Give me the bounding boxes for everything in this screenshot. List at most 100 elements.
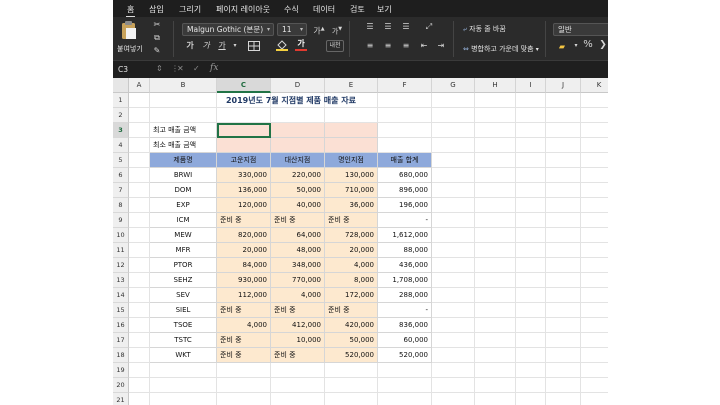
underline-button[interactable]: 가 bbox=[217, 41, 227, 51]
format-painter-icon[interactable]: ✎ bbox=[152, 46, 162, 56]
table-cell[interactable]: 680,000 bbox=[378, 168, 432, 183]
table-cell[interactable]: 710,000 bbox=[325, 183, 378, 198]
tab-review[interactable]: 검토 bbox=[350, 4, 365, 15]
column-header-e[interactable]: E bbox=[325, 78, 378, 93]
align-middle-icon[interactable]: ☰ bbox=[382, 22, 394, 32]
align-center-icon[interactable]: ≡ bbox=[382, 41, 394, 51]
row-header-11[interactable]: 11 bbox=[113, 243, 129, 258]
tab-data[interactable]: 데이터 bbox=[313, 4, 335, 15]
table-header-cell[interactable]: 대산지점 bbox=[271, 153, 325, 168]
row-header-14[interactable]: 14 bbox=[113, 288, 129, 303]
column-header-d[interactable]: D bbox=[271, 78, 325, 93]
table-cell[interactable]: 1,708,000 bbox=[378, 273, 432, 288]
table-cell[interactable]: 64,000 bbox=[271, 228, 325, 243]
table-cell[interactable]: 10,000 bbox=[271, 333, 325, 348]
orientation-icon[interactable]: ⤢ bbox=[422, 22, 436, 32]
product-name-cell[interactable]: MFR bbox=[150, 243, 217, 258]
table-cell[interactable]: 896,000 bbox=[378, 183, 432, 198]
column-header-i[interactable]: I bbox=[516, 78, 546, 93]
tab-formulas[interactable]: 수식 bbox=[284, 4, 299, 15]
table-cell[interactable]: 60,000 bbox=[378, 333, 432, 348]
chevron-down-icon[interactable]: ▾ bbox=[573, 41, 579, 51]
row-header-12[interactable]: 12 bbox=[113, 258, 129, 273]
merge-center-button[interactable]: ⇔ 병합하고 가운데 맞춤 ▾ bbox=[463, 44, 539, 54]
table-cell[interactable]: 412,000 bbox=[271, 318, 325, 333]
table-header-cell[interactable]: 매출 합계 bbox=[378, 153, 432, 168]
row-header-18[interactable]: 18 bbox=[113, 348, 129, 363]
row-header-1[interactable]: 1 bbox=[113, 93, 129, 108]
align-left-icon[interactable]: ≡ bbox=[364, 41, 376, 51]
product-name-cell[interactable]: PTOR bbox=[150, 258, 217, 273]
table-cell[interactable]: 8,000 bbox=[325, 273, 378, 288]
name-box[interactable]: C3 bbox=[116, 63, 156, 76]
product-name-cell[interactable]: WKT bbox=[150, 348, 217, 363]
chevron-updown-icon[interactable]: ⇕ bbox=[156, 64, 163, 73]
tab-home[interactable]: 홈 bbox=[125, 4, 136, 18]
table-cell[interactable]: 820,000 bbox=[217, 228, 271, 243]
decrease-indent-icon[interactable]: ⇤ bbox=[418, 41, 430, 51]
table-cell[interactable]: 1,612,000 bbox=[378, 228, 432, 243]
row-header-6[interactable]: 6 bbox=[113, 168, 129, 183]
row-header-20[interactable]: 20 bbox=[113, 378, 129, 393]
table-cell[interactable]: 88,000 bbox=[378, 243, 432, 258]
row-header-15[interactable]: 15 bbox=[113, 303, 129, 318]
table-cell[interactable]: 520,000 bbox=[378, 348, 432, 363]
row-header-19[interactable]: 19 bbox=[113, 363, 129, 378]
chevron-down-icon[interactable]: ▾ bbox=[231, 41, 239, 51]
table-cell[interactable]: 520,000 bbox=[325, 348, 378, 363]
bold-button[interactable]: 가 bbox=[185, 41, 195, 51]
table-cell[interactable]: 50,000 bbox=[325, 333, 378, 348]
borders-button[interactable] bbox=[247, 41, 261, 54]
summary-value-cell[interactable] bbox=[325, 123, 378, 138]
table-cell[interactable]: 112,000 bbox=[217, 288, 271, 303]
table-cell[interactable]: 준비 중 bbox=[325, 213, 378, 228]
row-header-7[interactable]: 7 bbox=[113, 183, 129, 198]
column-header-k[interactable]: K bbox=[581, 78, 608, 93]
row-header-10[interactable]: 10 bbox=[113, 228, 129, 243]
table-cell[interactable]: - bbox=[378, 303, 432, 318]
table-header-cell[interactable]: 명인지점 bbox=[325, 153, 378, 168]
summary-label[interactable]: 최고 매출 금액 bbox=[150, 123, 217, 138]
table-cell[interactable]: 준비 중 bbox=[271, 303, 325, 318]
tab-insert[interactable]: 삽입 bbox=[149, 4, 164, 15]
align-top-icon[interactable]: ☰ bbox=[364, 22, 376, 32]
summary-value-cell[interactable] bbox=[217, 123, 271, 138]
table-cell[interactable]: 준비 중 bbox=[271, 348, 325, 363]
summary-label[interactable]: 최소 매출 금액 bbox=[150, 138, 217, 153]
row-header-9[interactable]: 9 bbox=[113, 213, 129, 228]
product-name-cell[interactable]: SIEL bbox=[150, 303, 217, 318]
product-name-cell[interactable]: EXP bbox=[150, 198, 217, 213]
column-header-b[interactable]: B bbox=[150, 78, 217, 93]
phonetic-button[interactable]: 내천 bbox=[326, 40, 344, 52]
font-name-select[interactable]: Malgun Gothic (본문) ▾ bbox=[182, 23, 274, 36]
table-cell[interactable]: 436,000 bbox=[378, 258, 432, 273]
column-header-c[interactable]: C bbox=[217, 78, 271, 93]
align-bottom-icon[interactable]: ☰ bbox=[400, 22, 412, 32]
table-cell[interactable]: 준비 중 bbox=[325, 303, 378, 318]
font-color-button[interactable]: 가 bbox=[295, 39, 307, 51]
table-cell[interactable]: 330,000 bbox=[217, 168, 271, 183]
column-header-f[interactable]: F bbox=[378, 78, 432, 93]
cut-icon[interactable]: ✂ bbox=[152, 20, 162, 30]
row-header-5[interactable]: 5 bbox=[113, 153, 129, 168]
product-name-cell[interactable]: SEV bbox=[150, 288, 217, 303]
row-header-13[interactable]: 13 bbox=[113, 273, 129, 288]
product-name-cell[interactable]: TSTC bbox=[150, 333, 217, 348]
table-cell[interactable]: 836,000 bbox=[378, 318, 432, 333]
table-cell[interactable]: 220,000 bbox=[271, 168, 325, 183]
increase-indent-icon[interactable]: ⇥ bbox=[435, 41, 447, 51]
sheet-title[interactable]: 2019년도 7월 지점별 제품 매출 자료 bbox=[150, 93, 432, 108]
table-cell[interactable]: 20,000 bbox=[325, 243, 378, 258]
comma-style-icon[interactable]: ❯ bbox=[599, 40, 607, 50]
summary-value-cell[interactable] bbox=[271, 123, 325, 138]
cancel-icon[interactable]: ✕ bbox=[177, 64, 184, 73]
summary-value-cell[interactable] bbox=[271, 138, 325, 153]
table-cell[interactable]: 288,000 bbox=[378, 288, 432, 303]
row-header-8[interactable]: 8 bbox=[113, 198, 129, 213]
row-header-16[interactable]: 16 bbox=[113, 318, 129, 333]
copy-icon[interactable]: ⧉ bbox=[152, 33, 162, 43]
table-cell[interactable]: 준비 중 bbox=[217, 303, 271, 318]
table-cell[interactable]: 130,000 bbox=[325, 168, 378, 183]
table-cell[interactable]: 준비 중 bbox=[217, 333, 271, 348]
row-header-17[interactable]: 17 bbox=[113, 333, 129, 348]
